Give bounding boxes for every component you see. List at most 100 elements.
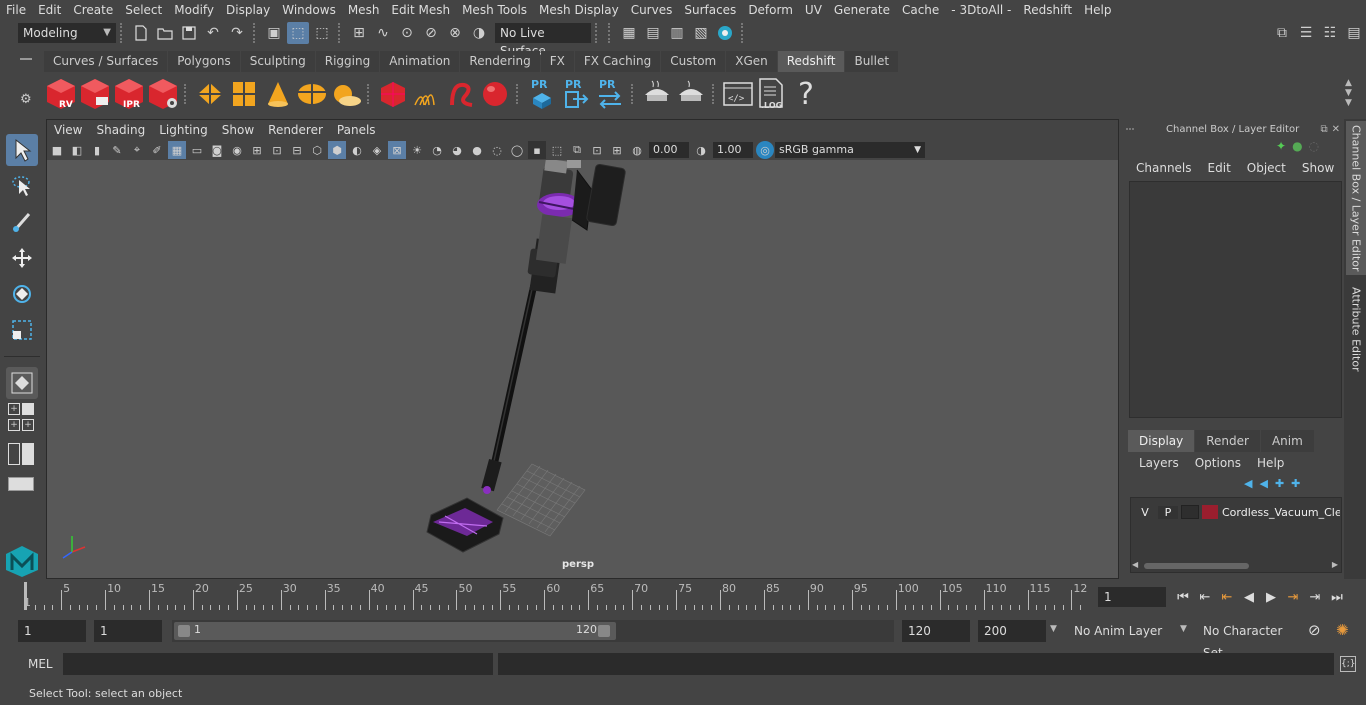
workspace-icon[interactable]: ⧉ bbox=[1271, 22, 1293, 44]
menu-uv[interactable]: UV bbox=[799, 0, 828, 20]
layer-playback-toggle[interactable]: P bbox=[1158, 505, 1178, 519]
menu-redshift[interactable]: Redshift bbox=[1017, 0, 1078, 20]
open-scene-icon[interactable] bbox=[154, 22, 176, 44]
redshift-spot-light-button[interactable] bbox=[261, 75, 295, 113]
redshift-proxy-button[interactable] bbox=[193, 75, 227, 113]
grease-pencil-icon[interactable]: ✐ bbox=[148, 141, 166, 159]
gamma-field[interactable]: 1.00 bbox=[713, 142, 753, 158]
menu-show[interactable]: Show bbox=[1294, 161, 1342, 175]
range-start-handle[interactable] bbox=[178, 625, 190, 637]
depth-of-field-icon[interactable]: ◌ bbox=[488, 141, 506, 159]
menu-options[interactable]: Options bbox=[1187, 456, 1249, 470]
select-hierarchy-icon[interactable]: ▣ bbox=[263, 22, 285, 44]
menu-help[interactable]: Help bbox=[1078, 0, 1117, 20]
snap-curve-icon[interactable]: ∿ bbox=[372, 22, 394, 44]
menu-layers[interactable]: Layers bbox=[1131, 456, 1187, 470]
live-surface-field[interactable]: No Live Surface bbox=[495, 23, 591, 58]
chevron-down-icon[interactable]: ▼ bbox=[1180, 624, 1187, 634]
layer-visibility-toggle[interactable]: V bbox=[1135, 506, 1155, 519]
exposure-field[interactable]: 0.00 bbox=[649, 142, 689, 158]
go-to-end-icon[interactable]: ⏭ bbox=[1326, 586, 1348, 608]
tab-rigging[interactable]: Rigging bbox=[315, 51, 380, 72]
pr-swap-button[interactable]: PR bbox=[593, 75, 627, 113]
bookmark-icon[interactable]: ▮ bbox=[88, 141, 106, 159]
shadows-icon[interactable]: ☀ bbox=[408, 141, 426, 159]
step-forward-frame-icon[interactable]: ⇥ bbox=[1282, 586, 1304, 608]
menu-modify[interactable]: Modify bbox=[168, 0, 220, 20]
anim-layer-dropdown[interactable]: No Anim Layer bbox=[1066, 620, 1176, 642]
safe-action-icon[interactable]: ⊡ bbox=[268, 141, 286, 159]
new-layer-selected-icon[interactable]: ✚ bbox=[1291, 477, 1300, 490]
tab-polygons[interactable]: Polygons bbox=[168, 51, 240, 72]
shelf-scroll-arrows[interactable]: ▲ ▼ ▼ bbox=[1345, 78, 1352, 108]
log-button[interactable]: .LOG bbox=[755, 75, 789, 113]
frame-selection-icon[interactable]: ⊞ bbox=[608, 141, 626, 159]
layout-icon[interactable]: ☰ bbox=[1295, 22, 1317, 44]
menu-edit[interactable]: Edit bbox=[32, 0, 67, 20]
tab-sculpting[interactable]: Sculpting bbox=[240, 51, 315, 72]
tab-attribute-editor[interactable]: Attribute Editor bbox=[1346, 279, 1366, 379]
menu-deform[interactable]: Deform bbox=[742, 0, 799, 20]
redshift-material-button[interactable] bbox=[227, 75, 261, 113]
float-panel-icon[interactable]: ⧉ bbox=[1320, 124, 1327, 135]
tab-render[interactable]: Render bbox=[1195, 430, 1260, 452]
wireframe-icon[interactable]: ⬡ bbox=[308, 141, 326, 159]
vp-menu-renderer[interactable]: Renderer bbox=[261, 120, 330, 140]
textured-icon[interactable]: ◈ bbox=[368, 141, 386, 159]
play-backward-icon[interactable]: ◀ bbox=[1238, 586, 1260, 608]
layer-name[interactable]: Cordless_Vacuum_Clea bbox=[1222, 506, 1340, 519]
tab-channel-box[interactable]: Channel Box / Layer Editor bbox=[1346, 121, 1366, 275]
script-language-label[interactable]: MEL bbox=[28, 657, 53, 671]
ipr-render-icon[interactable]: ▥ bbox=[666, 22, 688, 44]
start-frame-field[interactable]: 1 bbox=[18, 620, 86, 642]
tab-anim[interactable]: Anim bbox=[1260, 430, 1314, 452]
hypershade-icon[interactable] bbox=[714, 22, 736, 44]
menu-display[interactable]: Display bbox=[220, 0, 276, 20]
gamma-icon[interactable]: ◑ bbox=[692, 141, 710, 159]
resolution-gate-icon[interactable]: ◙ bbox=[208, 141, 226, 159]
xray-joints-icon[interactable]: ⬚ bbox=[548, 141, 566, 159]
bake-set-button[interactable] bbox=[640, 75, 674, 113]
move-tool-button[interactable] bbox=[6, 242, 38, 274]
redshift-sun-sky-button[interactable] bbox=[329, 75, 363, 113]
time-slider[interactable]: 1 5 10 15 20 25 30 35 40 45 50 55 60 65 70 75 80 85 90 95 10… bbox=[18, 582, 1091, 610]
vp-menu-lighting[interactable]: Lighting bbox=[152, 120, 215, 140]
snap-grid-icon[interactable]: ⊞ bbox=[348, 22, 370, 44]
menu-file[interactable]: File bbox=[0, 0, 32, 20]
2d-pan-zoom-icon[interactable]: ⌖ bbox=[128, 141, 146, 159]
scale-tool-button[interactable] bbox=[6, 314, 38, 346]
select-object-icon[interactable]: ⬚ bbox=[287, 22, 309, 44]
range-slider-handle-bar[interactable]: 1 120 bbox=[174, 622, 616, 640]
play-forward-icon[interactable]: ▶ bbox=[1260, 586, 1282, 608]
layout-outliner-button[interactable] bbox=[8, 443, 36, 465]
tab-fx-caching[interactable]: FX Caching bbox=[574, 51, 661, 72]
vp-menu-view[interactable]: View bbox=[47, 120, 89, 140]
tab-curves-surfaces[interactable]: Curves / Surfaces bbox=[44, 51, 168, 72]
menu-mesh[interactable]: Mesh bbox=[342, 0, 386, 20]
image-plane-icon[interactable]: ✎ bbox=[108, 141, 126, 159]
motion-blur-icon[interactable]: ◕ bbox=[448, 141, 466, 159]
command-input[interactable] bbox=[63, 653, 493, 675]
menu-edit-mesh[interactable]: Edit Mesh bbox=[385, 0, 456, 20]
menu-windows[interactable]: Windows bbox=[276, 0, 342, 20]
step-back-key-icon[interactable]: ⇤ bbox=[1194, 586, 1216, 608]
tab-bullet[interactable]: Bullet bbox=[845, 51, 899, 72]
manipulator-icon[interactable]: ✦ bbox=[1276, 139, 1286, 153]
help-button[interactable]: ? bbox=[789, 75, 823, 113]
layout-single-button[interactable]: + bbox=[8, 403, 36, 415]
go-to-start-icon[interactable]: ⏮ bbox=[1172, 586, 1194, 608]
render-current-icon[interactable]: ▤ bbox=[642, 22, 664, 44]
redshift-dome-light-button[interactable] bbox=[295, 75, 329, 113]
move-layer-up-icon[interactable]: ◀ bbox=[1244, 477, 1252, 490]
toggle-panel-icon[interactable]: ▤ bbox=[1343, 22, 1365, 44]
screen-space-ao-icon[interactable]: ◔ bbox=[428, 141, 446, 159]
show-manipulator-button[interactable] bbox=[6, 367, 38, 399]
chevron-down-icon[interactable]: ▼ bbox=[1050, 624, 1057, 634]
new-layer-icon[interactable]: ✚ bbox=[1275, 477, 1284, 490]
layout-graph-button[interactable] bbox=[8, 477, 34, 491]
redshift-render-view-button[interactable]: RV bbox=[44, 75, 78, 113]
redshift-curve-button[interactable] bbox=[444, 75, 478, 113]
tab-xgen[interactable]: XGen bbox=[726, 51, 777, 72]
rotate-tool-button[interactable] bbox=[6, 278, 38, 310]
colorspace-dropdown[interactable]: sRGB gamma ▼ bbox=[775, 142, 925, 158]
